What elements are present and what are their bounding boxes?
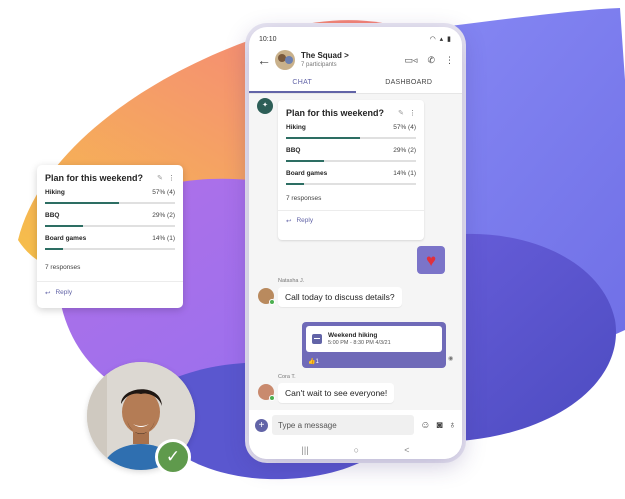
- presence-indicator: [269, 299, 275, 305]
- back-arrow-icon[interactable]: ←: [257, 52, 275, 68]
- group-avatar[interactable]: [275, 50, 295, 70]
- reply-button[interactable]: ↩ Reply: [278, 210, 424, 230]
- heart-icon: ♥: [425, 250, 437, 270]
- chat-thread[interactable]: ✦ Plan for this weekend? ✎ ⋮ Hiking 57% …: [249, 94, 462, 410]
- poll-bar-fill: [286, 137, 361, 139]
- status-bar: 10:10 ◠ ▴ ▮: [249, 32, 462, 46]
- poll-option-label: Board games: [286, 170, 328, 177]
- poll-bot-avatar: ✦: [257, 98, 273, 114]
- poll-response-count: 7 responses: [286, 195, 322, 202]
- like-reaction[interactable]: 👍1: [308, 358, 319, 365]
- poll-option-result: 14% (1): [152, 235, 175, 242]
- poll-option[interactable]: BBQ 29% (2): [37, 212, 183, 227]
- add-icon[interactable]: +: [255, 418, 268, 432]
- reply-arrow-icon: ↩: [286, 217, 292, 225]
- tab-bar: CHAT DASHBOARD: [249, 72, 462, 94]
- poll-option-label: BBQ: [45, 212, 60, 219]
- microphone-icon[interactable]: ♁: [449, 420, 457, 431]
- poll-option[interactable]: Board games 14% (1): [278, 170, 424, 185]
- more-options-icon[interactable]: ⋮: [445, 55, 454, 66]
- home-button[interactable]: ○: [354, 445, 359, 455]
- poll-header: Plan for this weekend? ✎ ⋮: [37, 165, 183, 189]
- camera-icon[interactable]: ◙: [436, 420, 442, 431]
- checkmark-badge-icon: ✓: [155, 439, 191, 475]
- participants-count: 7 participants: [301, 62, 337, 68]
- reply-label: Reply: [296, 217, 314, 224]
- poll-bar-track: [286, 183, 416, 185]
- poll-title: Plan for this weekend?: [286, 108, 385, 118]
- wifi-signal-battery-icons: ◠ ▴ ▮: [429, 36, 452, 43]
- poll-option-result: 29% (2): [152, 212, 175, 219]
- edit-icon[interactable]: ✎: [157, 174, 163, 182]
- poll-option-result: 57% (4): [152, 189, 175, 196]
- more-options-icon[interactable]: ⋮: [168, 174, 175, 182]
- message-composer: + ☺ ◙ ♁: [249, 410, 462, 440]
- poll-bar-fill: [45, 202, 120, 204]
- floating-poll-card: Plan for this weekend? ✎ ⋮ Hiking 57% (4…: [37, 165, 183, 308]
- poll-bar-fill: [286, 160, 324, 162]
- event-card[interactable]: Weekend hiking 5:00 PM - 8:30 PM 4/3/21: [306, 326, 442, 352]
- message-input[interactable]: [272, 415, 415, 435]
- reply-label: Reply: [55, 289, 73, 296]
- poll-bar-track: [286, 137, 416, 139]
- poll-bar-fill: [45, 248, 64, 250]
- sender-name: Natasha J.: [278, 278, 305, 284]
- more-options-icon[interactable]: ⋮: [409, 109, 416, 117]
- tab-dashboard[interactable]: DASHBOARD: [356, 72, 463, 93]
- calendar-icon: [312, 334, 322, 344]
- status-time: 10:10: [259, 35, 277, 43]
- tab-chat[interactable]: CHAT: [249, 72, 356, 93]
- edit-icon[interactable]: ✎: [398, 109, 404, 117]
- heart-message[interactable]: ♥: [417, 246, 445, 274]
- video-call-icon[interactable]: ▭◃: [404, 55, 417, 66]
- phone-call-icon[interactable]: ✆: [427, 55, 435, 66]
- poll-option-label: BBQ: [286, 147, 301, 154]
- poll-bar-fill: [45, 225, 83, 227]
- poll-option-label: Board games: [45, 235, 87, 242]
- emoji-icon[interactable]: ☺: [420, 420, 430, 431]
- avatar[interactable]: [258, 384, 275, 401]
- poll-option[interactable]: Hiking 57% (4): [37, 189, 183, 204]
- poll-bar-fill: [286, 183, 305, 185]
- poll-option-result: 57% (4): [393, 124, 416, 131]
- seen-icon: ◉: [448, 356, 454, 362]
- poll-bar-track: [45, 225, 175, 227]
- recent-apps-button[interactable]: |||: [302, 445, 309, 455]
- poll-option-result: 14% (1): [393, 170, 416, 177]
- event-message[interactable]: Weekend hiking 5:00 PM - 8:30 PM 4/3/21 …: [302, 322, 446, 368]
- chat-poll-card: Plan for this weekend? ✎ ⋮ Hiking 57% (4…: [278, 100, 424, 240]
- chat-title[interactable]: The Squad >: [301, 52, 394, 60]
- poll-option[interactable]: Board games 14% (1): [37, 235, 183, 250]
- poll-header: Plan for this weekend? ✎ ⋮: [278, 100, 424, 124]
- back-button[interactable]: <: [404, 445, 409, 455]
- poll-bar-track: [45, 202, 175, 204]
- reply-button[interactable]: ↩ Reply: [37, 281, 183, 303]
- message-bubble[interactable]: Can't wait to see everyone!: [278, 383, 395, 403]
- avatar[interactable]: [258, 288, 275, 305]
- poll-option-label: Hiking: [45, 189, 65, 196]
- poll-bar-track: [45, 248, 175, 250]
- chat-header: ← The Squad > 7 participants ▭◃ ✆ ⋮: [249, 46, 462, 72]
- phone-frame: 10:10 ◠ ▴ ▮ ← The Squad > 7 participants…: [249, 27, 462, 459]
- reply-arrow-icon: ↩: [45, 289, 51, 297]
- presence-indicator: [269, 395, 275, 401]
- android-nav-bar: ||| ○ <: [249, 440, 462, 459]
- poll-bar-track: [286, 160, 416, 162]
- message-bubble[interactable]: Call today to discuss details?: [278, 287, 402, 307]
- event-title: Weekend hiking: [328, 332, 378, 339]
- poll-option[interactable]: Hiking 57% (4): [278, 124, 424, 139]
- poll-option-result: 29% (2): [393, 147, 416, 154]
- poll-option[interactable]: BBQ 29% (2): [278, 147, 424, 162]
- poll-response-count: 7 responses: [45, 264, 81, 271]
- poll-option-label: Hiking: [286, 124, 306, 131]
- poll-title: Plan for this weekend?: [45, 173, 144, 183]
- event-time: 5:00 PM - 8:30 PM 4/3/21: [328, 340, 391, 346]
- sender-name: Cora T.: [278, 374, 296, 380]
